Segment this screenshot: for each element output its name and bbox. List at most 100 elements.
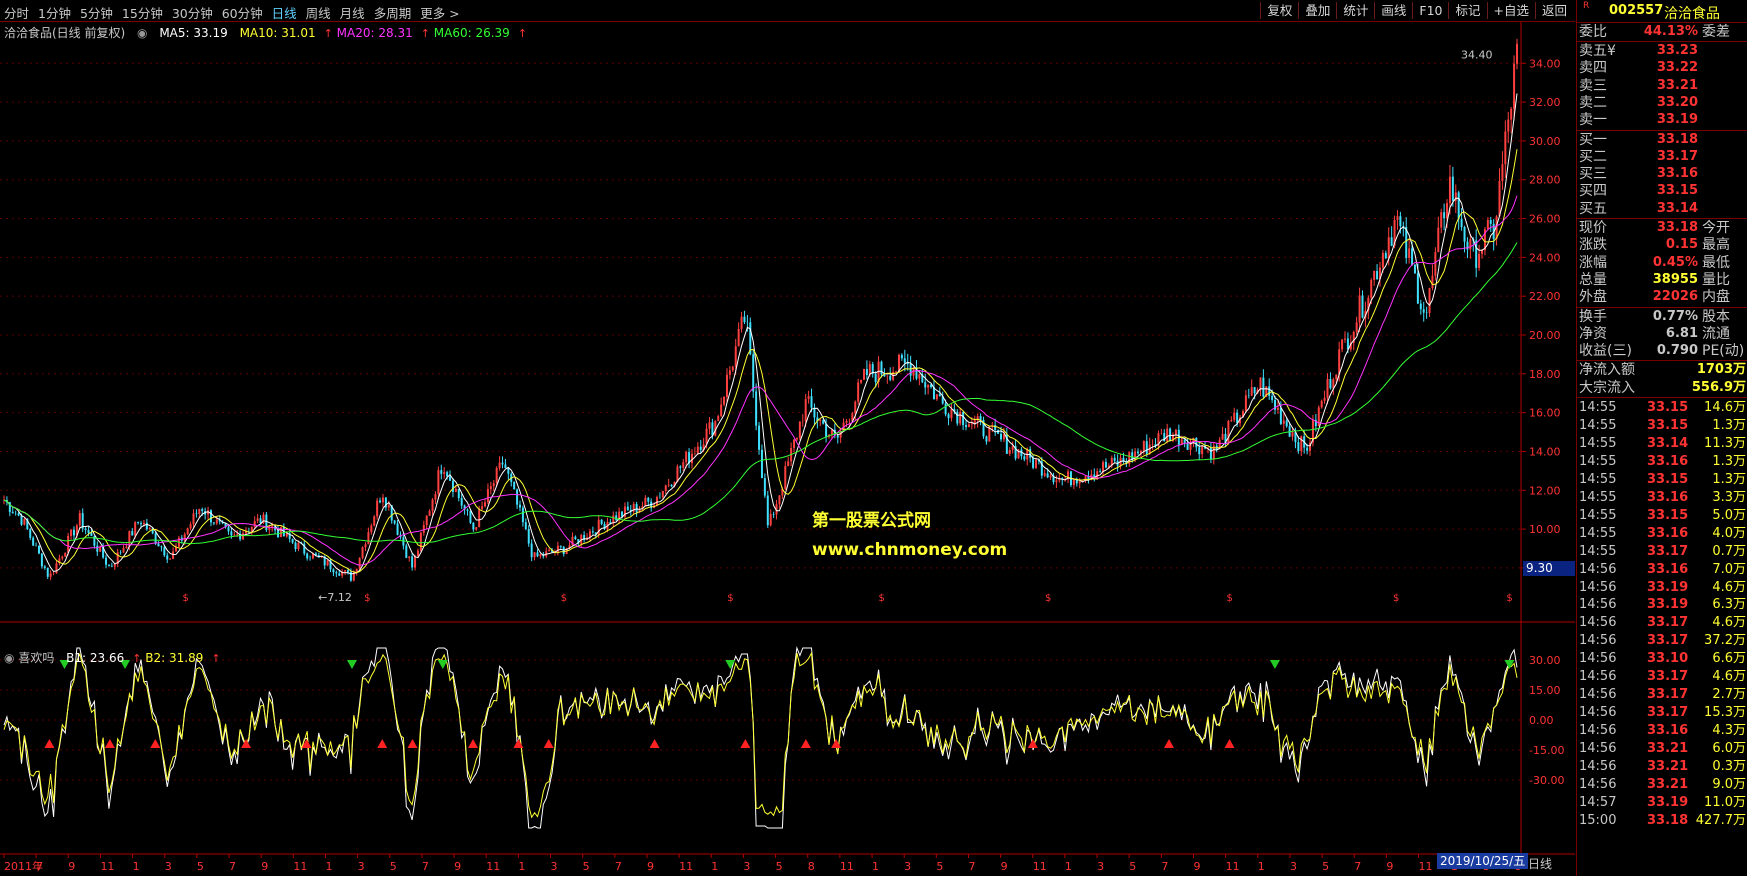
ask-row[interactable]: 卖四 33.22 [1577, 59, 1747, 78]
period-tab-2[interactable]: 5分钟 [80, 3, 113, 22]
tick-row: 14:56 33.16 7.0万 [1577, 561, 1747, 579]
ask-row[interactable]: 卖五¥ 33.23 [1577, 42, 1747, 61]
period-tab-7[interactable]: 周线 [306, 3, 331, 22]
tick-price: 33.19 [1647, 597, 1689, 613]
tick-volume: 2.7万 [1712, 687, 1746, 703]
bid-row[interactable]: 买三 33.16 [1577, 165, 1747, 184]
sell-arrow-icon [1269, 660, 1280, 669]
tool-button-1[interactable]: 叠加 [1298, 2, 1336, 19]
ask-row[interactable]: 卖二 33.20 [1577, 94, 1747, 113]
x-tick-label: 3 [1097, 860, 1104, 873]
x-tick-label: 11 [840, 860, 854, 873]
y-tick-label: 22.00 [1529, 290, 1561, 303]
tool-button-7[interactable]: 返回 [1534, 2, 1573, 19]
ask-row[interactable]: 卖一 33.19 [1577, 111, 1747, 130]
flow-row: 大宗流入 556.9万 [1577, 379, 1747, 397]
bid-row[interactable]: 买四 33.15 [1577, 182, 1747, 201]
tick-row: 14:55 33.15 1.3万 [1577, 471, 1747, 489]
period-tab-6[interactable]: 日线 [272, 3, 297, 22]
x-tick-label: 7 [1354, 860, 1361, 873]
kline-chart-area[interactable]: 34.0032.0030.0028.0026.0024.0022.0020.00… [0, 22, 1575, 876]
stat-row: 涨跌 0.15 最高 [1577, 236, 1747, 255]
bid-label: 买三 [1579, 166, 1607, 183]
tick-volume: 15.3万 [1704, 705, 1746, 721]
x-tick-label: 7 [422, 860, 429, 873]
period-tab-0[interactable]: 分时 [4, 3, 29, 22]
y-tick-label: 32.00 [1529, 96, 1561, 109]
stat-value: 0.45% [1652, 254, 1698, 270]
sell-arrow-icon [346, 660, 357, 669]
tick-price: 33.17 [1647, 615, 1689, 631]
up-arrow-icon: ↑ [420, 27, 430, 40]
y-tick-label: 24.00 [1529, 251, 1561, 264]
x-tick-label: 9 [68, 860, 75, 873]
tool-button-5[interactable]: 标记 [1448, 2, 1486, 19]
ma60-label: MA60: 26.39 [433, 26, 510, 40]
settings-circle-icon[interactable]: ◉ [137, 26, 147, 40]
tick-volume: 4.6万 [1712, 579, 1746, 595]
ask-price: 33.21 [1656, 77, 1698, 93]
period-tab-5[interactable]: 60分钟 [222, 3, 263, 22]
tick-row: 14:56 33.19 4.6万 [1577, 579, 1747, 597]
x-tick-label: 5 [1129, 860, 1136, 873]
flow-label: 大宗流入 [1579, 379, 1635, 396]
tick-price: 33.15 [1647, 417, 1689, 433]
tick-row: 14:55 33.15 5.0万 [1577, 507, 1747, 525]
tick-volume: 6.6万 [1712, 651, 1746, 667]
stock-name: 洽洽食品 [1664, 6, 1720, 22]
period-tab-10[interactable]: 更多 > [420, 3, 459, 22]
tick-volume: 3.3万 [1712, 489, 1746, 505]
signal-mark: $ [727, 593, 733, 604]
period-tab-4[interactable]: 30分钟 [172, 3, 213, 22]
period-indicator[interactable]: 日线 [1528, 855, 1552, 872]
tick-row: 14:56 33.17 4.6万 [1577, 668, 1747, 686]
period-tab-8[interactable]: 月线 [340, 3, 365, 22]
tick-volume: 6.3万 [1712, 597, 1746, 613]
period-tab-3[interactable]: 15分钟 [122, 3, 163, 22]
x-tick-label: 1 [711, 860, 718, 873]
tick-volume: 0.7万 [1712, 543, 1746, 559]
period-tab-1[interactable]: 1分钟 [38, 3, 71, 22]
r-mark: R [1583, 1, 1590, 11]
tool-button-2[interactable]: 统计 [1336, 2, 1374, 19]
sell-arrow-icon [725, 660, 736, 669]
tick-volume: 37.2万 [1704, 633, 1746, 649]
x-tick-label: 9 [1001, 860, 1008, 873]
x-tick-label: 7 [615, 860, 622, 873]
tick-price: 33.16 [1647, 525, 1689, 541]
tick-time: 14:56 [1579, 741, 1617, 757]
tick-price: 33.17 [1647, 705, 1689, 721]
tick-row: 14:56 33.19 6.3万 [1577, 596, 1747, 614]
up-arrow-icon: ↑ [517, 27, 528, 40]
x-tick-label: 11 [486, 860, 500, 873]
signal-mark: $ [1045, 593, 1051, 604]
bid-row[interactable]: 买二 33.17 [1577, 148, 1747, 167]
b2-label: B2: 31.89 [145, 651, 204, 665]
tool-button-3[interactable]: 画线 [1374, 2, 1412, 19]
tool-button-6[interactable]: +自选 [1486, 2, 1535, 19]
flow-value: 1703万 [1696, 362, 1746, 378]
tick-price: 33.15 [1647, 507, 1689, 523]
y-tick-label: 34.00 [1529, 57, 1561, 70]
tick-time: 14:56 [1579, 687, 1617, 703]
buy-arrow-icon [150, 739, 161, 748]
settings-circle-icon[interactable]: ◉ [4, 651, 14, 665]
tool-button-4[interactable]: F10 [1412, 2, 1448, 19]
tick-row: 14:55 33.16 1.3万 [1577, 453, 1747, 471]
tick-time: 14:56 [1579, 776, 1617, 792]
ask-price: 33.20 [1656, 94, 1698, 110]
stat-row: 现价 33.18 今开 [1577, 219, 1747, 238]
tick-time: 14:55 [1579, 543, 1617, 559]
signal-mark: $ [561, 593, 567, 604]
period-tab-9[interactable]: 多周期 [374, 3, 412, 22]
bid-row[interactable]: 买五 33.14 [1577, 200, 1747, 219]
ma20-line [3, 195, 1518, 566]
stat-value: 0.15 [1665, 237, 1698, 253]
ma10-line [3, 149, 1518, 574]
tool-button-0[interactable]: 复权 [1260, 2, 1298, 19]
x-tick-label: 3 [551, 860, 558, 873]
ask-row[interactable]: 卖三 33.21 [1577, 77, 1747, 96]
stock-code: 002557 [1609, 3, 1664, 18]
quote-header: R 002557 洽洽食品 [1577, 0, 1747, 23]
bid-row[interactable]: 买一 33.18 [1577, 131, 1747, 150]
